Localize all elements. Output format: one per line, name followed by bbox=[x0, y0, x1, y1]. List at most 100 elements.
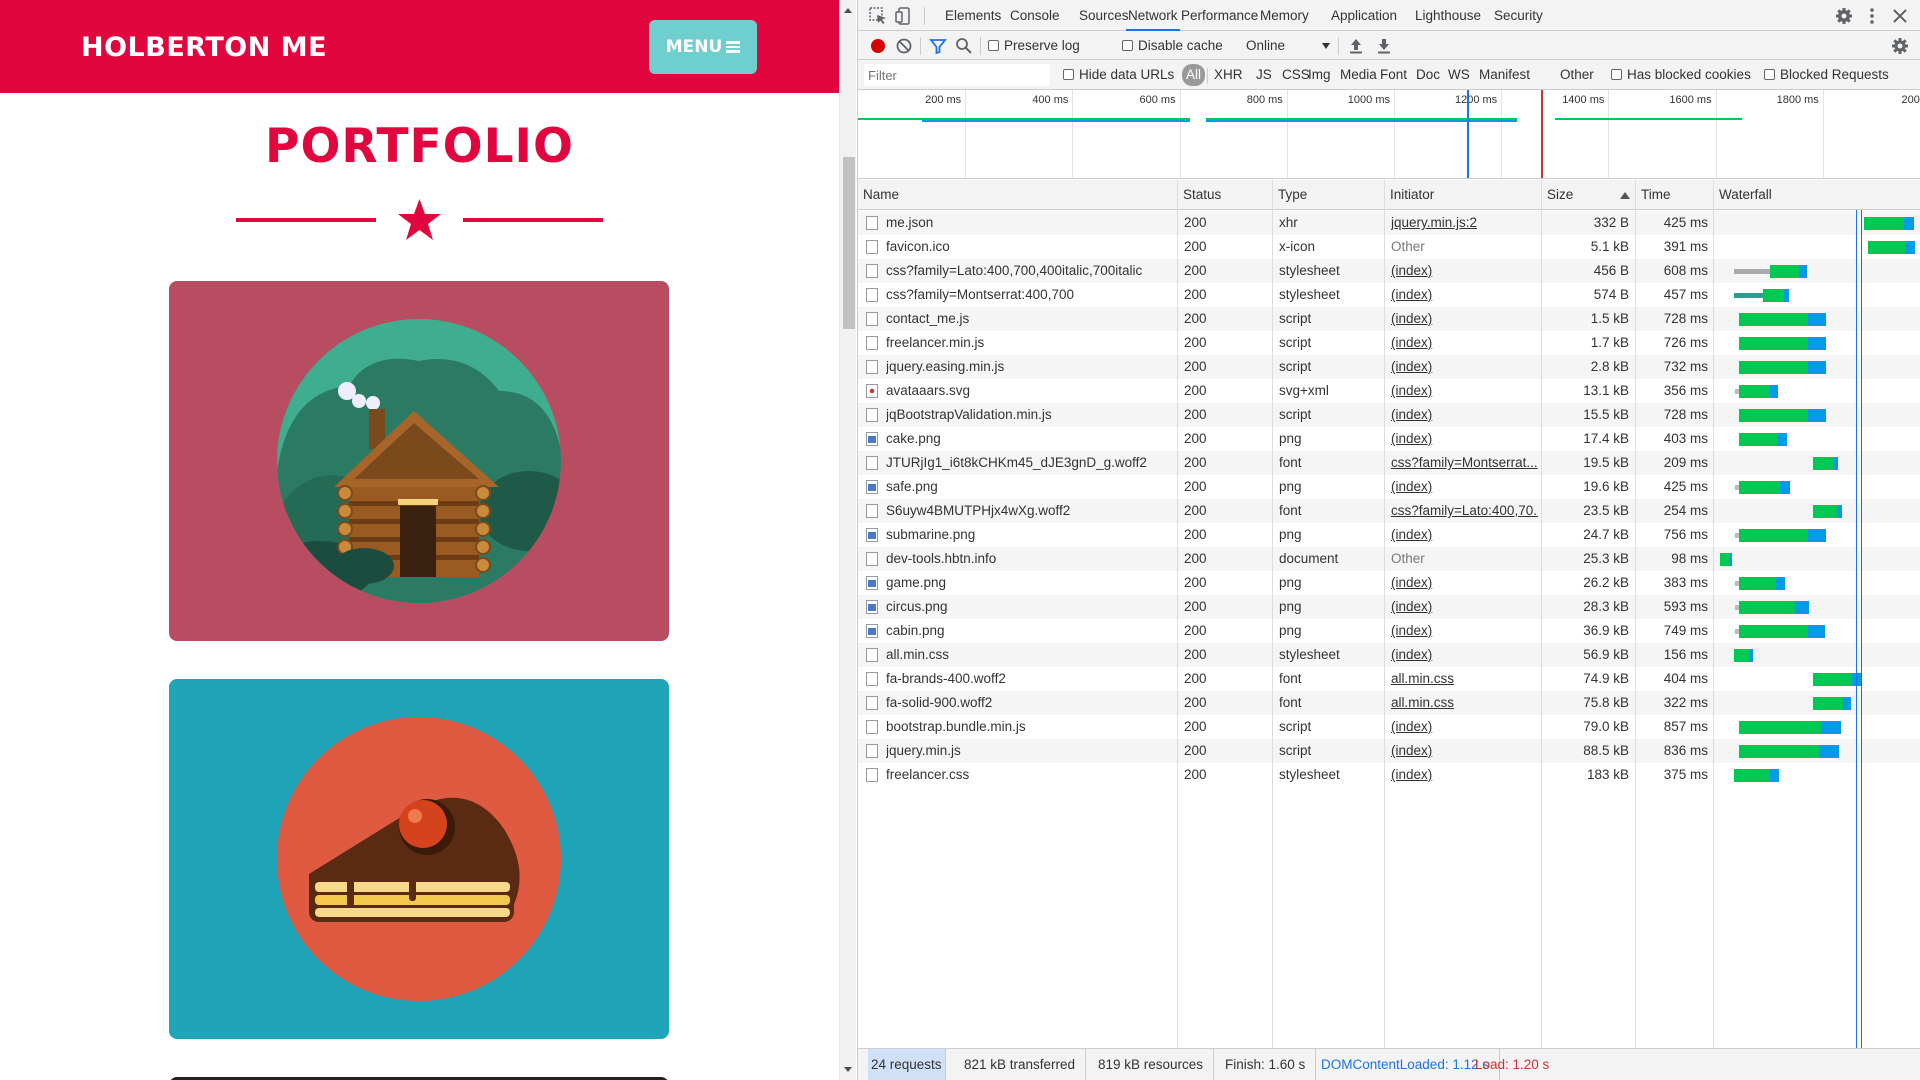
network-settings-gear-icon[interactable] bbox=[1890, 36, 1910, 56]
portfolio-item-cake[interactable] bbox=[169, 679, 669, 1039]
table-row[interactable]: bootstrap.bundle.min.js 200 script (index) 7… bbox=[858, 715, 1920, 739]
tab-memory[interactable]: Memory bbox=[1258, 0, 1311, 31]
table-row[interactable]: dev-tools.hbtn.info 200 document Other 25.3 … bbox=[858, 547, 1920, 571]
tab-lighthouse[interactable]: Lighthouse bbox=[1413, 0, 1483, 31]
scrollbar-thumb[interactable] bbox=[843, 157, 855, 329]
import-har-icon[interactable] bbox=[1346, 36, 1366, 56]
throttling-select[interactable]: Online bbox=[1246, 31, 1330, 60]
table-row[interactable]: game.png 200 png (index) 26.2 kB 383 ms bbox=[858, 571, 1920, 595]
cell-initiator[interactable]: (index) bbox=[1391, 739, 1538, 763]
tab-security[interactable]: Security bbox=[1492, 0, 1545, 31]
cell-initiator[interactable]: (index) bbox=[1391, 427, 1538, 451]
settings-gear-icon[interactable] bbox=[1834, 6, 1854, 26]
close-devtools-icon[interactable] bbox=[1890, 6, 1910, 26]
tab-console[interactable]: Console bbox=[1008, 0, 1062, 31]
table-row[interactable]: safe.png 200 png (index) 19.6 kB 425 ms bbox=[858, 475, 1920, 499]
filter-type-font[interactable]: Font bbox=[1376, 64, 1411, 86]
column-header-status[interactable]: Status bbox=[1178, 180, 1273, 210]
cell-initiator[interactable]: (index) bbox=[1391, 475, 1538, 499]
table-row[interactable]: JTURjIg1_i6t8kCHKm45_dJE3gnD_g.woff2 200 f… bbox=[858, 451, 1920, 475]
cell-initiator[interactable]: (index) bbox=[1391, 283, 1538, 307]
filter-type-ws[interactable]: WS bbox=[1444, 64, 1474, 86]
filter-type-all[interactable]: All bbox=[1182, 64, 1206, 86]
blocked-requests-checkbox[interactable]: Blocked Requests bbox=[1764, 60, 1889, 90]
cell-initiator[interactable]: jquery.min.js:2 bbox=[1391, 211, 1538, 235]
column-header-name[interactable]: Name bbox=[858, 180, 1178, 210]
device-toolbar-icon[interactable] bbox=[894, 6, 914, 26]
filter-type-other[interactable]: Other bbox=[1556, 64, 1598, 86]
scroll-up-arrow-icon[interactable] bbox=[844, 8, 852, 13]
table-row[interactable]: freelancer.min.js 200 script (index) 1.7 kB 7… bbox=[858, 331, 1920, 355]
column-header-type[interactable]: Type bbox=[1273, 180, 1385, 210]
inspect-element-icon[interactable] bbox=[868, 6, 888, 26]
table-row[interactable]: circus.png 200 png (index) 28.3 kB 593 ms bbox=[858, 595, 1920, 619]
table-row[interactable]: fa-brands-400.woff2 200 font all.min.css 74.… bbox=[858, 667, 1920, 691]
cell-initiator[interactable]: (index) bbox=[1391, 643, 1538, 667]
has-blocked-cookies-checkbox[interactable]: Has blocked cookies bbox=[1611, 60, 1751, 90]
cell-initiator[interactable]: (index) bbox=[1391, 523, 1538, 547]
column-header-waterfall[interactable]: Waterfall bbox=[1714, 180, 1920, 210]
cell-initiator[interactable]: all.min.css bbox=[1391, 667, 1538, 691]
filter-type-js[interactable]: JS bbox=[1252, 64, 1276, 86]
cell-initiator[interactable]: all.min.css bbox=[1391, 691, 1538, 715]
site-scrollbar[interactable] bbox=[839, 0, 856, 1080]
cell-initiator[interactable]: css?family=Montserrat... bbox=[1391, 451, 1538, 475]
table-row[interactable]: all.min.css 200 stylesheet (index) 56.9 kB 15… bbox=[858, 643, 1920, 667]
cell-initiator[interactable]: (index) bbox=[1391, 763, 1538, 787]
cell-initiator[interactable]: (index) bbox=[1391, 259, 1538, 283]
cell-initiator[interactable]: (index) bbox=[1391, 715, 1538, 739]
scroll-down-arrow-icon[interactable] bbox=[844, 1067, 852, 1072]
table-row[interactable]: fa-solid-900.woff2 200 font all.min.css 75.8… bbox=[858, 691, 1920, 715]
cell-initiator[interactable]: css?family=Lato:400,70... bbox=[1391, 499, 1538, 523]
search-icon[interactable] bbox=[954, 36, 974, 56]
table-row[interactable]: jquery.easing.min.js 200 script (index) 2.8 … bbox=[858, 355, 1920, 379]
tab-network[interactable]: Network bbox=[1126, 0, 1180, 31]
table-row[interactable]: jqBootstrapValidation.min.js 200 script (in… bbox=[858, 403, 1920, 427]
waterfall-receiving-bar bbox=[1739, 409, 1809, 422]
table-row[interactable]: cake.png 200 png (index) 17.4 kB 403 ms bbox=[858, 427, 1920, 451]
hide-data-urls-checkbox[interactable]: Hide data URLs bbox=[1063, 60, 1174, 90]
disable-cache-checkbox[interactable]: Disable cache bbox=[1122, 31, 1223, 60]
filter-input[interactable] bbox=[864, 64, 1050, 86]
cell-initiator[interactable]: (index) bbox=[1391, 595, 1538, 619]
filter-type-media[interactable]: Media bbox=[1336, 64, 1381, 86]
filter-type-doc[interactable]: Doc bbox=[1412, 64, 1444, 86]
table-row[interactable]: submarine.png 200 png (index) 24.7 kB 756 ms bbox=[858, 523, 1920, 547]
table-row[interactable]: contact_me.js 200 script (index) 1.5 kB 728 m… bbox=[858, 307, 1920, 331]
filter-icon[interactable] bbox=[928, 36, 948, 56]
tab-application[interactable]: Application bbox=[1329, 0, 1399, 31]
filter-type-img[interactable]: Img bbox=[1304, 64, 1335, 86]
cell-initiator[interactable]: (index) bbox=[1391, 403, 1538, 427]
filter-type-manifest[interactable]: Manifest bbox=[1475, 64, 1534, 86]
clear-icon[interactable] bbox=[894, 36, 914, 56]
record-icon[interactable] bbox=[868, 36, 888, 56]
table-row[interactable]: jquery.min.js 200 script (index) 88.5 kB 836 … bbox=[858, 739, 1920, 763]
table-row[interactable]: favicon.ico 200 x-icon Other 5.1 kB 391 ms bbox=[858, 235, 1920, 259]
table-row[interactable]: me.json 200 xhr jquery.min.js:2 332 B 425 ms bbox=[858, 211, 1920, 235]
tab-performance[interactable]: Performance bbox=[1179, 0, 1260, 31]
table-row[interactable]: css?family=Montserrat:400,700 200 styleshe… bbox=[858, 283, 1920, 307]
cell-initiator[interactable]: (index) bbox=[1391, 379, 1538, 403]
cell-initiator[interactable]: (index) bbox=[1391, 571, 1538, 595]
cell-initiator[interactable]: (index) bbox=[1391, 307, 1538, 331]
cell-initiator[interactable]: (index) bbox=[1391, 355, 1538, 379]
preserve-log-checkbox[interactable]: Preserve log bbox=[988, 31, 1080, 60]
menu-button[interactable]: MENU bbox=[649, 20, 757, 74]
table-row[interactable]: avataaars.svg 200 svg+xml (index) 13.1 kB 356… bbox=[858, 379, 1920, 403]
tab-elements[interactable]: Elements bbox=[943, 0, 1003, 31]
cell-initiator[interactable]: (index) bbox=[1391, 619, 1538, 643]
column-header-initiator[interactable]: Initiator bbox=[1385, 180, 1542, 210]
table-row[interactable]: freelancer.css 200 stylesheet (index) 183 kB… bbox=[858, 763, 1920, 787]
column-header-time[interactable]: Time bbox=[1636, 180, 1714, 210]
more-options-icon[interactable] bbox=[1862, 6, 1882, 26]
table-row[interactable]: cabin.png 200 png (index) 36.9 kB 749 ms bbox=[858, 619, 1920, 643]
table-row[interactable]: S6uyw4BMUTPHjx4wXg.woff2 200 font css?famil… bbox=[858, 499, 1920, 523]
table-row[interactable]: css?family=Lato:400,700,400italic,700ita… bbox=[858, 259, 1920, 283]
cell-initiator[interactable]: (index) bbox=[1391, 331, 1538, 355]
site-brand-link[interactable]: HOLBERTON ME bbox=[81, 32, 327, 63]
export-har-icon[interactable] bbox=[1374, 36, 1394, 56]
network-overview-timeline[interactable]: 200 ms 400 ms 600 ms 800 ms 1000 ms 1200 ms 14… bbox=[858, 90, 1920, 179]
tab-sources[interactable]: Sources bbox=[1077, 0, 1131, 31]
portfolio-item-cabin[interactable] bbox=[169, 281, 669, 641]
filter-type-xhr[interactable]: XHR bbox=[1210, 64, 1247, 86]
